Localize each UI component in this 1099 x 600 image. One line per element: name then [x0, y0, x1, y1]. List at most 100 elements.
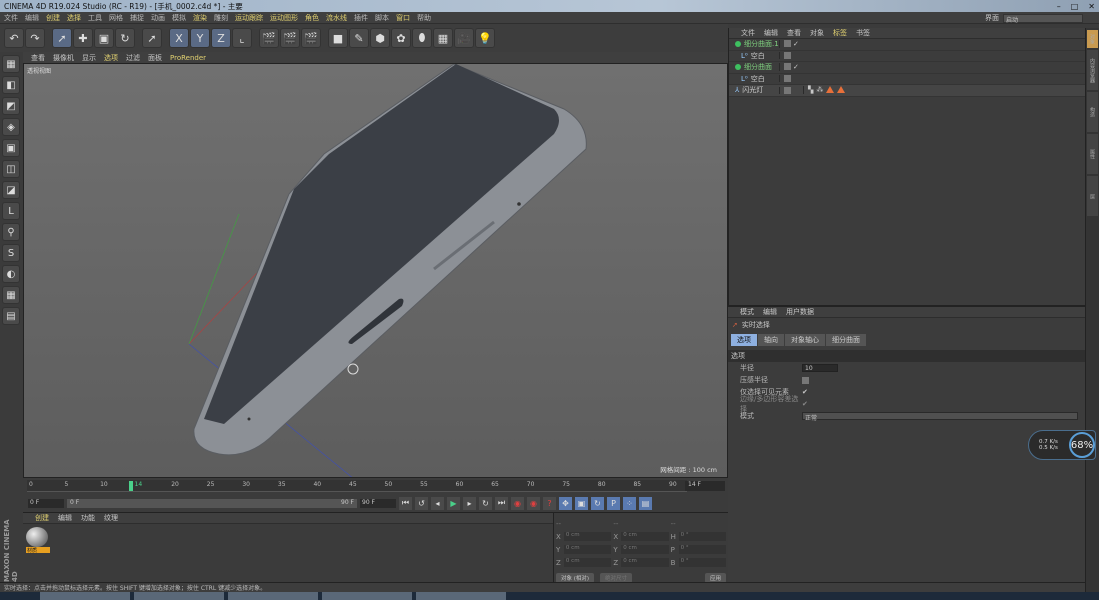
model-mode-icon[interactable]: ◧: [2, 76, 20, 94]
key-pla-icon[interactable]: ⁘: [623, 496, 636, 510]
attribute-tab[interactable]: 轴向: [758, 334, 784, 346]
visible-only-checkbox[interactable]: ✔: [802, 388, 808, 396]
menu-item[interactable]: 帮助: [417, 13, 431, 23]
coordinate-input[interactable]: 0 cm: [621, 558, 669, 567]
coordinate-input[interactable]: 0 cm: [621, 545, 669, 554]
snap-icon[interactable]: S: [2, 244, 20, 262]
viewport-menu-item[interactable]: 过滤: [126, 53, 140, 63]
coordinate-input[interactable]: 0 cm: [563, 558, 612, 567]
x-axis-icon[interactable]: X: [169, 28, 189, 48]
enabled-check[interactable]: ✓: [793, 63, 799, 71]
menu-item[interactable]: 运动图形: [270, 13, 298, 23]
menu-item[interactable]: 角色: [305, 13, 319, 23]
viewport-menu-item[interactable]: 查看: [31, 53, 45, 63]
current-frame-marker[interactable]: [128, 481, 133, 491]
menu-item[interactable]: 流水线: [326, 13, 347, 23]
edge-poly-checkbox[interactable]: ✔: [802, 400, 808, 408]
live-select-icon[interactable]: ➚: [52, 28, 72, 48]
move-icon[interactable]: ✚: [73, 28, 93, 48]
coordinate-input[interactable]: 0 °: [678, 545, 726, 554]
warning-tag-icon[interactable]: [826, 86, 835, 94]
edges-mode-icon[interactable]: ◫: [2, 160, 20, 178]
visibility-toggle[interactable]: [784, 52, 791, 60]
light-icon[interactable]: 💡: [475, 28, 495, 48]
target-tag-icon[interactable]: ⁂: [816, 86, 823, 94]
scale-icon[interactable]: ▣: [94, 28, 114, 48]
material-swatch[interactable]: 材质: [26, 527, 50, 554]
autokey-icon[interactable]: ◉: [527, 496, 540, 510]
panel-menu-item[interactable]: 对象: [810, 28, 824, 38]
mode-dropdown[interactable]: 正常: [802, 412, 1078, 422]
panel-menu-item[interactable]: 编辑: [58, 513, 72, 523]
object-name[interactable]: 细分曲面: [744, 62, 772, 72]
panel-menu-item[interactable]: 查看: [787, 28, 801, 38]
menu-item[interactable]: 捕捉: [130, 13, 144, 23]
viewport-menu-item[interactable]: 面板: [148, 53, 162, 63]
end-frame-field[interactable]: 90 F: [360, 498, 396, 508]
axis-icon[interactable]: L: [2, 202, 20, 220]
menu-item[interactable]: 模拟: [172, 13, 186, 23]
next-key-icon[interactable]: ↻: [479, 496, 492, 510]
menu-item[interactable]: 编辑: [25, 13, 39, 23]
radius-input[interactable]: 10: [802, 364, 838, 372]
viewport-menu-item[interactable]: 选项: [104, 53, 118, 63]
preview-range-slider[interactable]: 0 F 90 F: [67, 498, 357, 508]
layout-dropdown[interactable]: 启动: [1003, 13, 1083, 24]
attribute-tab[interactable]: 细分曲面: [826, 334, 866, 346]
menu-item[interactable]: 运动跟踪: [235, 13, 263, 23]
right-tab[interactable]: 构造: [1087, 92, 1098, 132]
object-name[interactable]: 细分曲面.1: [744, 39, 779, 49]
previous-key-icon[interactable]: ↺: [415, 496, 428, 510]
cube-icon[interactable]: ■: [328, 28, 348, 48]
points-mode-icon[interactable]: ▣: [2, 139, 20, 157]
current-frame-field[interactable]: 14 F: [685, 481, 725, 491]
viewport-menu-item[interactable]: ProRender: [170, 54, 206, 62]
record-icon[interactable]: ◉: [511, 496, 524, 510]
panel-menu-item[interactable]: 文件: [741, 28, 755, 38]
start-frame-field[interactable]: 0 F: [28, 498, 64, 508]
panel-menu-item[interactable]: 编辑: [763, 307, 777, 317]
menu-item[interactable]: 雕刻: [214, 13, 228, 23]
visibility-toggle[interactable]: [784, 63, 791, 71]
object-row[interactable]: ⅄ 闪光灯 ▚ ⁂: [729, 85, 1085, 97]
key-scale-icon[interactable]: ▣: [575, 496, 588, 510]
menu-item[interactable]: 动画: [151, 13, 165, 23]
texture-mode-icon[interactable]: ◩: [2, 97, 20, 115]
array-icon[interactable]: ✿: [391, 28, 411, 48]
right-tab[interactable]: 层: [1087, 176, 1098, 216]
object-name[interactable]: 空白: [751, 51, 765, 61]
visibility-toggle[interactable]: [784, 40, 791, 48]
pen-icon[interactable]: ✎: [349, 28, 369, 48]
attribute-tab[interactable]: 对象轴心: [785, 334, 825, 346]
panel-menu-item[interactable]: 标签: [833, 28, 847, 38]
panel-menu-item[interactable]: 模式: [740, 307, 754, 317]
magnet-icon[interactable]: ◐: [2, 265, 20, 283]
object-row[interactable]: 细分曲面 ✓: [729, 62, 1085, 74]
menu-item[interactable]: 文件: [4, 13, 18, 23]
panel-menu-item[interactable]: 创建: [35, 513, 49, 523]
close-button[interactable]: ✕: [1088, 2, 1095, 11]
taskbar-item[interactable]: [322, 592, 412, 600]
camera-icon[interactable]: 🎥: [454, 28, 474, 48]
coordinate-input[interactable]: 0 °: [678, 558, 726, 567]
key-position-icon[interactable]: ✥: [559, 496, 572, 510]
z-axis-icon[interactable]: Z: [211, 28, 231, 48]
menu-item[interactable]: 选择: [67, 13, 81, 23]
deformer-icon[interactable]: ⬮: [412, 28, 432, 48]
last-tool-icon[interactable]: ➚: [142, 28, 162, 48]
coordinate-system-icon[interactable]: ⌞: [232, 28, 252, 48]
menu-item[interactable]: 渲染: [193, 13, 207, 23]
enabled-check[interactable]: ✓: [793, 40, 799, 48]
pressure-checkbox[interactable]: [802, 376, 809, 384]
undo-icon[interactable]: ↶: [4, 28, 24, 48]
visibility-toggle[interactable]: [784, 86, 791, 94]
panel-menu-item[interactable]: 纹理: [104, 513, 118, 523]
maximize-button[interactable]: □: [1071, 2, 1079, 11]
y-axis-icon[interactable]: Y: [190, 28, 210, 48]
panel-menu-item[interactable]: 编辑: [764, 28, 778, 38]
coordinate-input[interactable]: 0 cm: [621, 532, 669, 541]
go-to-start-icon[interactable]: ⏮: [399, 496, 412, 510]
make-editable-icon[interactable]: ▦: [2, 55, 20, 73]
tweak-icon[interactable]: ⚲: [2, 223, 20, 241]
floor-icon[interactable]: ▦: [433, 28, 453, 48]
